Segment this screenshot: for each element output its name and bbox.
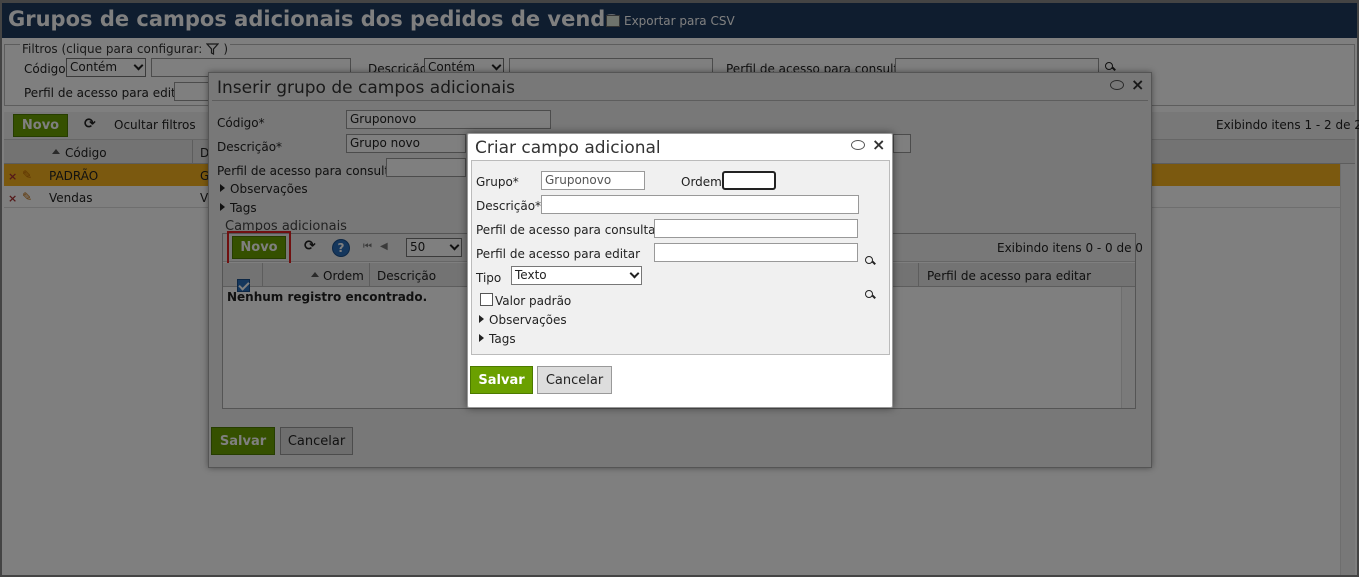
grupo-label: Grupo* — [476, 175, 519, 189]
grupo-input[interactable]: Gruponovo — [541, 171, 645, 190]
perfil-editar-label: Perfil de acesso para editar — [476, 247, 641, 261]
tipo-select-value: Texto — [515, 268, 547, 282]
dialog2-tags[interactable]: Tags — [489, 332, 516, 346]
descricao-label: Descrição* — [476, 199, 542, 213]
chevron-down-icon — [629, 268, 640, 279]
descricao-input[interactable] — [541, 195, 859, 214]
search-icon[interactable] — [865, 256, 875, 266]
expand-icon[interactable] — [479, 315, 484, 323]
tipo-select[interactable]: Texto — [511, 266, 642, 285]
tipo-label: Tipo — [476, 271, 502, 285]
search-icon[interactable] — [865, 290, 875, 300]
close-icon[interactable]: × — [872, 137, 885, 153]
dialog2-salvar-button[interactable]: Salvar — [470, 366, 533, 394]
ordem-input[interactable] — [722, 171, 776, 190]
ordem-label: Ordem — [681, 175, 722, 189]
valor-padrao-label: Valor padrão — [495, 294, 572, 308]
valor-padrao-checkbox[interactable] — [480, 293, 493, 306]
dialog2-cancelar-button[interactable]: Cancelar — [537, 366, 612, 394]
perfil-consultar-input[interactable] — [654, 219, 858, 238]
dialog2-observacoes[interactable]: Observações — [489, 313, 567, 327]
perfil-consultar-label: Perfil de acesso para consultar — [476, 223, 661, 237]
expand-icon[interactable] — [479, 334, 484, 342]
dialog2-title: Criar campo adicional — [475, 138, 661, 158]
comment-icon[interactable] — [851, 140, 865, 150]
perfil-editar-input[interactable] — [654, 243, 858, 262]
